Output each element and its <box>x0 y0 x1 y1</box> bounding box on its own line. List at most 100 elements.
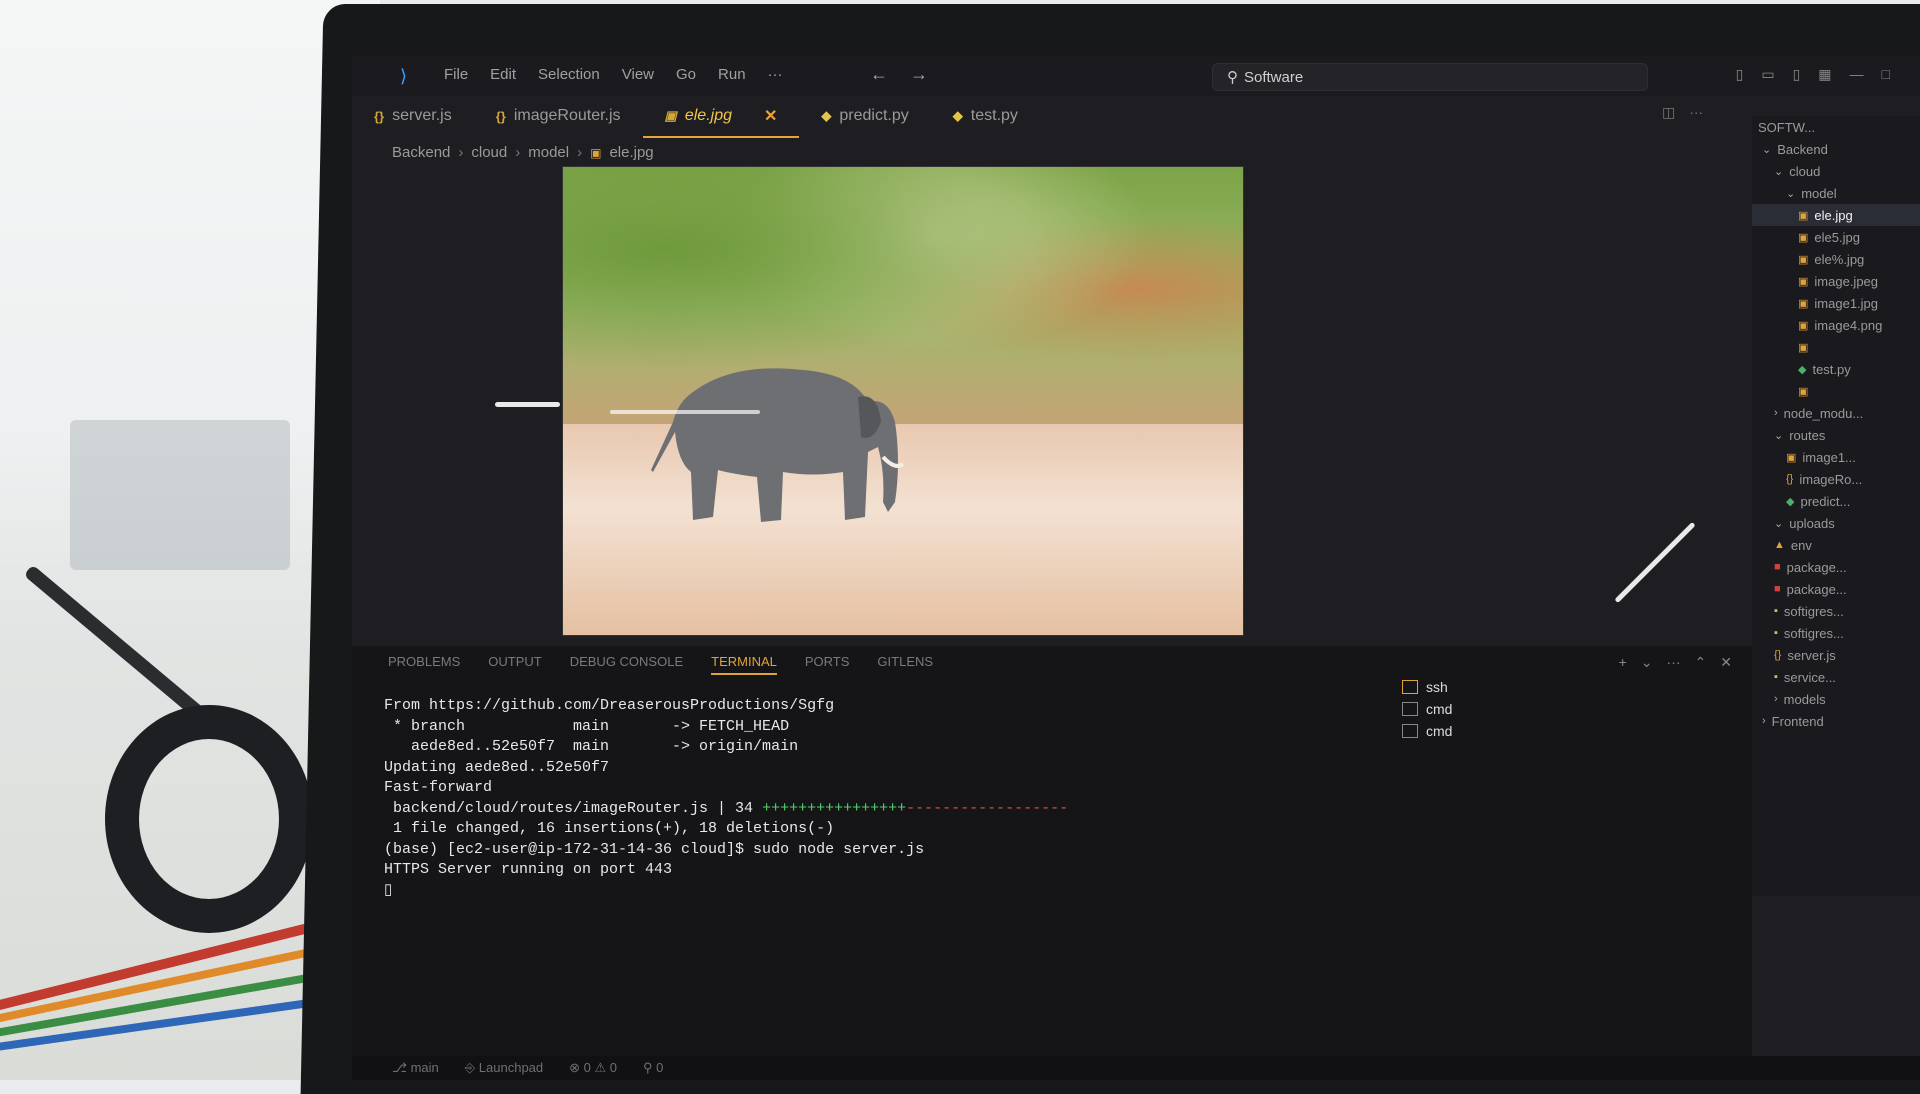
explorer-item-label: uploads <box>1789 515 1835 531</box>
breadcrumb-item[interactable]: Backend <box>392 144 450 161</box>
tab-server-js[interactable]: {} server.js <box>352 96 474 136</box>
launchpad-label: Launchpad <box>478 1060 544 1075</box>
explorer-item[interactable]: › node_modu... <box>1752 402 1920 424</box>
status-branch[interactable]: ⎇ main <box>392 1060 439 1076</box>
menu-view[interactable]: View <box>622 66 654 83</box>
more-actions-icon[interactable]: ··· <box>1689 104 1703 121</box>
explorer-item[interactable]: ▣ image1.jpg <box>1752 292 1920 314</box>
terminal-line: (base) [ec2-user@ip-172-31-14-36 cloud]$… <box>384 840 925 858</box>
js-file-icon: {} <box>374 108 385 124</box>
menu-selection[interactable]: Selection <box>538 66 600 83</box>
new-terminal-icon[interactable]: + <box>1619 654 1627 671</box>
image-icon: ▣ <box>1798 209 1809 222</box>
terminal-item-ssh[interactable]: ssh <box>1402 676 1512 698</box>
explorer-item-label: image1.jpg <box>1814 295 1879 311</box>
explorer-item[interactable]: ▣ image1... <box>1752 446 1920 468</box>
explorer-item[interactable]: ▪ softigres... <box>1752 600 1920 622</box>
toggle-panel-icon[interactable]: ▭ <box>1761 66 1774 83</box>
explorer-item[interactable]: ⌄ cloud <box>1752 160 1920 182</box>
explorer-item-label: softigres... <box>1783 625 1844 641</box>
explorer-item[interactable]: ⌄ model <box>1752 182 1920 204</box>
menu-more[interactable]: ··· <box>768 66 783 83</box>
explorer-item-label: softigres... <box>1783 603 1844 619</box>
tab-debug-console[interactable]: DEBUG CONSOLE <box>570 654 683 675</box>
terminal-item-cmd[interactable]: cmd <box>1402 698 1512 720</box>
explorer-item-label: models <box>1783 691 1826 707</box>
explorer-item[interactable]: › models <box>1752 688 1920 710</box>
terminal-output[interactable]: From https://github.com/DreaserousProduc… <box>384 696 1434 901</box>
image-icon: ▣ <box>1798 341 1809 354</box>
file-icon: ▪ <box>1774 671 1778 683</box>
tab-gitlens[interactable]: GITLENS <box>877 654 933 675</box>
launchpad-icon: ⎆ <box>464 1060 479 1075</box>
explorer-item[interactable]: ▣ image4.png <box>1752 314 1920 336</box>
explorer-item[interactable]: ▲ env <box>1752 534 1920 556</box>
tab-imagerouter-js[interactable]: {} imageRouter.js <box>474 96 643 136</box>
status-problems[interactable]: ⊗ 0 ⚠ 0 <box>569 1060 617 1076</box>
command-center-search[interactable]: ⚲ Software <box>1212 63 1648 91</box>
explorer-item[interactable]: ■ package... <box>1752 556 1920 578</box>
close-panel-icon[interactable]: ✕ <box>1720 654 1732 671</box>
maximize-panel-icon[interactable]: ⌃ <box>1695 654 1707 671</box>
branch-label: main <box>410 1060 439 1075</box>
toggle-sidebar-icon[interactable]: ▯ <box>1736 66 1744 83</box>
breadcrumb-item[interactable]: ele.jpg <box>609 144 653 161</box>
explorer-item[interactable]: ■ package... <box>1752 578 1920 600</box>
explorer-item-label: ele5.jpg <box>1814 229 1860 245</box>
explorer-item[interactable]: ◆ test.py <box>1752 358 1920 380</box>
tab-test-py[interactable]: ◆ test.py <box>931 96 1040 136</box>
explorer-item[interactable]: {} server.js <box>1752 644 1920 666</box>
explorer-item[interactable]: ▣ ele.jpg <box>1752 204 1920 226</box>
tab-predict-py[interactable]: ◆ predict.py <box>799 96 930 136</box>
chevron-down-icon: ⌄ <box>1786 187 1796 200</box>
terminal-icon <box>1402 702 1418 716</box>
explorer-item[interactable]: ▣ ele%.jpg <box>1752 248 1920 270</box>
js-icon: {} <box>1786 473 1794 485</box>
tab-ele-jpg[interactable]: ▣ ele.jpg ✕ <box>642 96 800 138</box>
tab-label: imageRouter.js <box>513 107 621 124</box>
explorer-item[interactable]: ▣ <box>1752 380 1920 402</box>
minimize-icon[interactable]: — <box>1850 66 1864 83</box>
toggle-secondary-sidebar-icon[interactable]: ▯ <box>1793 66 1801 83</box>
menu-run[interactable]: Run <box>718 66 746 83</box>
file-icon: ▪ <box>1774 605 1778 617</box>
chevron-right-icon: › <box>1774 407 1778 419</box>
back-arrow-icon[interactable]: ← <box>870 64 888 85</box>
explorer-item[interactable]: ⌄ uploads <box>1752 512 1920 534</box>
more-actions-icon[interactable]: ··· <box>1667 654 1681 671</box>
explorer-item-label: model <box>1801 185 1837 201</box>
explorer-item[interactable]: ▣ <box>1752 336 1920 358</box>
tab-output[interactable]: OUTPUT <box>488 654 541 675</box>
tab-problems[interactable]: PROBLEMS <box>388 654 460 675</box>
maximize-icon[interactable]: □ <box>1882 66 1890 83</box>
menu-file[interactable]: File <box>444 66 468 83</box>
explorer-item[interactable]: ▣ image.jpeg <box>1752 270 1920 292</box>
explorer-item[interactable]: ◆ predict... <box>1752 490 1920 512</box>
explorer-item-label: predict... <box>1800 493 1851 509</box>
explorer-item[interactable]: ▪ softigres... <box>1752 622 1920 644</box>
status-launchpad[interactable]: ⎆ Launchpad <box>465 1060 543 1076</box>
customize-layout-icon[interactable]: ▦ <box>1818 66 1831 83</box>
menu-go[interactable]: Go <box>676 66 696 83</box>
chevron-down-icon[interactable]: ⌄ <box>1641 654 1653 671</box>
breadcrumb-item[interactable]: cloud <box>471 144 507 161</box>
forward-arrow-icon[interactable]: → <box>910 64 928 85</box>
explorer-item[interactable]: {} imageRo... <box>1752 468 1920 490</box>
menu-edit[interactable]: Edit <box>490 66 516 83</box>
close-tab-icon[interactable]: ✕ <box>764 106 777 126</box>
chevron-right-icon: › <box>1774 693 1778 705</box>
panel-tabs: PROBLEMS OUTPUT DEBUG CONSOLE TERMINAL P… <box>388 654 933 675</box>
split-editor-icon[interactable]: ◫ <box>1662 104 1675 121</box>
explorer-item[interactable]: ▪ service... <box>1752 666 1920 688</box>
terminal-item-cmd[interactable]: cmd <box>1402 720 1512 742</box>
explorer-item[interactable]: ⌄ Backend <box>1752 138 1920 160</box>
tab-ports[interactable]: PORTS <box>805 654 850 675</box>
status-ports[interactable]: ⚲ 0 <box>643 1060 663 1076</box>
tab-terminal[interactable]: TERMINAL <box>711 654 777 675</box>
explorer-item[interactable]: ▣ ele5.jpg <box>1752 226 1920 248</box>
js-file-icon: {} <box>495 108 506 124</box>
breadcrumb-item[interactable]: model <box>528 144 569 161</box>
explorer-item[interactable]: › Frontend <box>1752 710 1920 732</box>
image-preview[interactable] <box>562 166 1244 636</box>
explorer-item[interactable]: ⌄ routes <box>1752 424 1920 446</box>
